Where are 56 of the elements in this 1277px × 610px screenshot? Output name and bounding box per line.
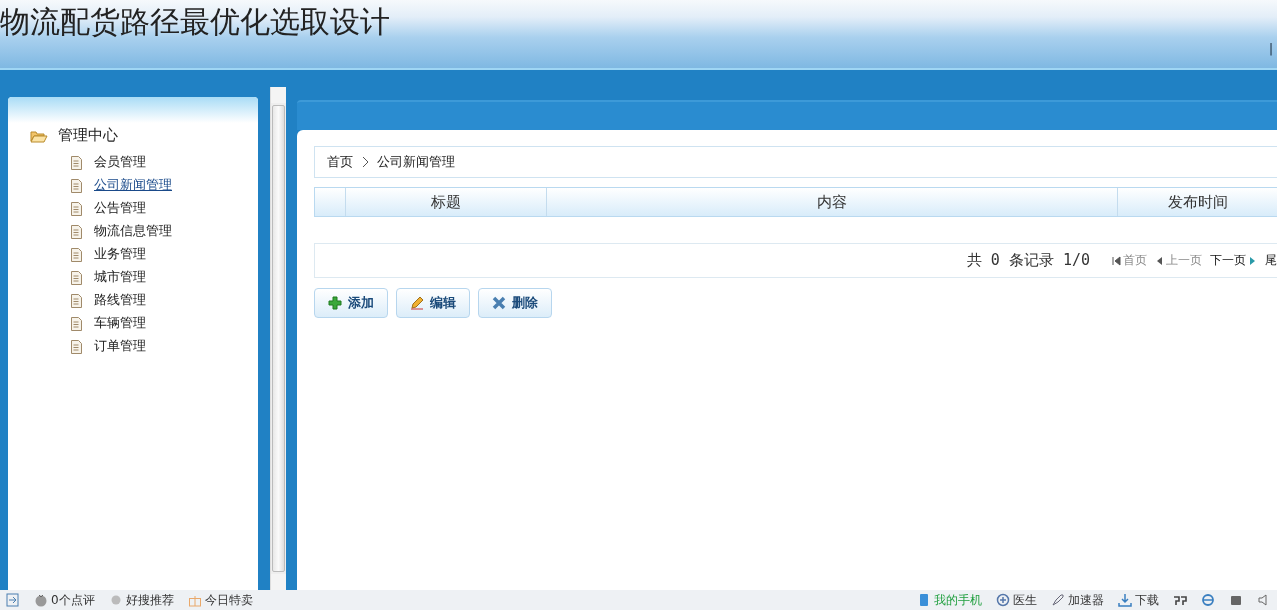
gift-icon	[187, 593, 202, 607]
nav-link[interactable]: 物流信息管理	[94, 223, 172, 240]
pencil-icon	[410, 296, 424, 310]
status-label[interactable]: 医生	[1013, 591, 1037, 609]
status-label[interactable]: 下载	[1135, 591, 1159, 609]
breadcrumb-link[interactable]: 公司新闻管理	[377, 153, 455, 171]
nav-link[interactable]: 公告管理	[94, 200, 146, 217]
nav-link[interactable]: 业务管理	[94, 246, 146, 263]
download-icon	[1118, 593, 1132, 607]
document-icon	[70, 155, 82, 170]
browser-icon	[1201, 593, 1215, 607]
document-icon	[70, 178, 82, 193]
document-icon	[70, 201, 82, 216]
status-label[interactable]: 加速器	[1068, 591, 1104, 609]
nav-link[interactable]: 会员管理	[94, 154, 146, 171]
add-button[interactable]: 添加	[314, 288, 388, 318]
pager-link[interactable]: 尾	[1265, 252, 1277, 269]
window-icon	[1229, 593, 1243, 607]
record-summary: 共 0 条记录 1/0	[966, 251, 1090, 270]
scrollbar[interactable]	[270, 87, 286, 590]
chevron-icon	[361, 156, 369, 168]
column-header: 标题	[346, 188, 547, 216]
first-page-icon	[1112, 255, 1121, 266]
nav-link[interactable]: 订单管理	[94, 338, 146, 355]
cross-icon	[492, 296, 506, 310]
phone-icon	[917, 593, 931, 607]
plus-icon	[328, 296, 342, 310]
separator-text: |	[1268, 42, 1273, 56]
exit-icon	[6, 593, 20, 607]
pager-link[interactable]: 下一页	[1210, 252, 1257, 269]
plus-circle-icon	[996, 593, 1010, 607]
document-icon	[70, 247, 82, 262]
column-header: 内容	[547, 188, 1118, 216]
document-icon	[70, 293, 82, 308]
status-label[interactable]: 今日特卖	[204, 591, 253, 609]
tomato-icon	[34, 593, 48, 607]
nav-link[interactable]: 公司新闻管理	[94, 177, 172, 194]
document-icon	[70, 339, 82, 354]
document-icon	[70, 316, 82, 331]
edit-button[interactable]: 编辑	[396, 288, 470, 318]
status-label[interactable]: 好搜推荐	[125, 591, 174, 609]
document-icon	[70, 270, 82, 285]
delete-button[interactable]: 删除	[478, 288, 552, 318]
nav-link[interactable]: 车辆管理	[94, 315, 146, 332]
document-icon	[70, 224, 82, 239]
next-icon	[1248, 255, 1257, 266]
breadcrumb-link[interactable]: 首页	[327, 153, 353, 171]
column-header: 发布时间	[1166, 191, 1229, 213]
site-title: 物流配货路径最优化选取设计	[0, 4, 390, 40]
status-label[interactable]: 0个点评	[51, 591, 95, 609]
rocket-icon	[1051, 593, 1065, 607]
previous-icon	[1155, 255, 1164, 266]
nav-link[interactable]: 城市管理	[94, 269, 146, 286]
tree-root-label[interactable]: 管理中心	[58, 126, 118, 145]
nav-link[interactable]: 路线管理	[94, 292, 146, 309]
pp-icon	[1173, 593, 1187, 607]
